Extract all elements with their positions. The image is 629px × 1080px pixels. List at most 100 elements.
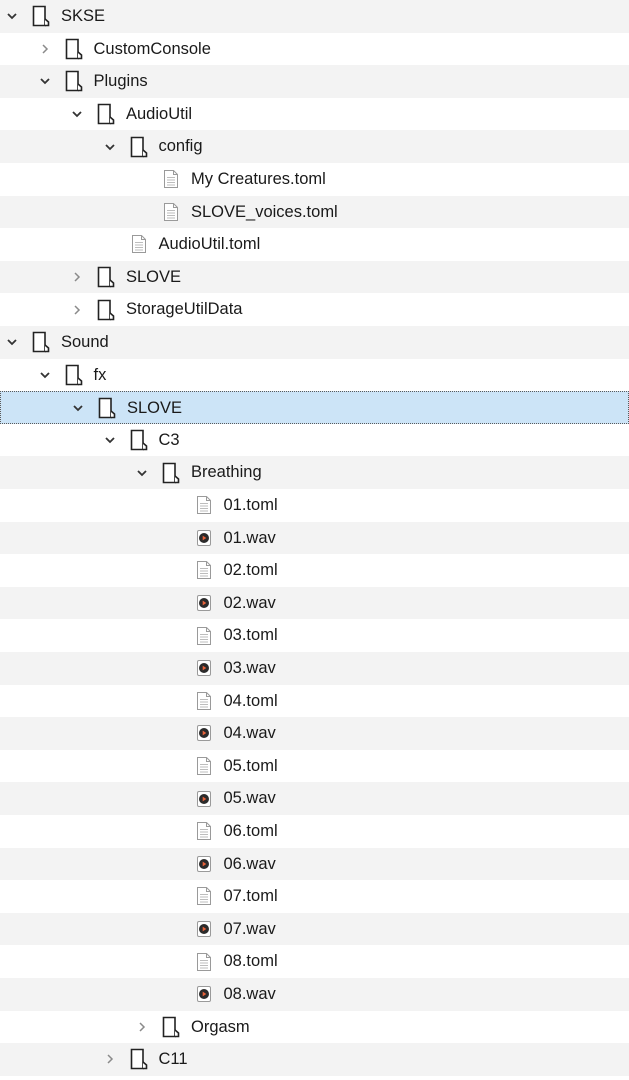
audio-file-icon [193, 717, 215, 750]
tree-file-row[interactable]: 03.wav [0, 652, 629, 685]
tree-item-label: 06.wav [223, 854, 276, 873]
tree-file-row[interactable]: SLOVE_voices.toml [0, 195, 629, 229]
chevron-down-icon[interactable] [69, 98, 85, 131]
tree-item-label: config [158, 137, 203, 156]
tree-file-row[interactable]: 08.wav [0, 978, 629, 1011]
chevron-right-icon[interactable] [69, 261, 85, 294]
text-file-icon [193, 554, 215, 587]
audio-file-icon [193, 587, 215, 620]
tree-item-label: Breathing [191, 463, 262, 482]
tree-file-row[interactable]: 02.toml [0, 554, 629, 587]
tree-item-label: AudioUtil [126, 104, 193, 123]
folder-icon [160, 456, 182, 489]
tree-folder-row[interactable]: CustomConsole [0, 33, 629, 66]
tree-folder-row[interactable]: StorageUtilData [0, 293, 629, 326]
tree-item-label: SKSE [61, 7, 106, 25]
tree-item-label: 08.toml [223, 952, 278, 971]
folder-icon [128, 424, 150, 457]
text-file-icon [193, 489, 215, 522]
chevron-right-icon[interactable] [37, 33, 53, 66]
tree-file-row[interactable]: 01.toml [0, 489, 629, 522]
tree-file-row[interactable]: 04.wav [0, 717, 629, 750]
tree-file-row[interactable]: 06.wav [0, 847, 629, 881]
audio-file-icon [193, 782, 215, 815]
tree-folder-row[interactable]: Breathing [0, 456, 629, 489]
tree-item-label: 03.toml [223, 626, 278, 645]
folder-icon [128, 1043, 150, 1076]
file-tree: SKSE CustomConsole Plugins AudioUtil config M… [0, 0, 629, 1080]
tree-item-label: 06.toml [223, 822, 278, 840]
tree-folder-row[interactable]: fx [0, 359, 629, 392]
tree-item-label: 02.wav [223, 593, 276, 612]
chevron-down-icon[interactable] [4, 326, 20, 359]
chevron-down-icon[interactable] [37, 65, 53, 98]
tree-item-label: 05.wav [223, 789, 276, 808]
tree-item-label: Plugins [93, 72, 148, 91]
tree-item-label: SLOVE_voices.toml [191, 202, 338, 221]
folder-icon [160, 1011, 182, 1044]
chevron-down-icon[interactable] [37, 359, 53, 392]
tree-file-row[interactable]: AudioUtil.toml [0, 228, 629, 261]
chevron-down-icon[interactable] [102, 130, 118, 163]
tree-item-label: 01.toml [223, 496, 278, 514]
folder-icon [96, 392, 118, 425]
tree-item-label: 07.toml [223, 887, 278, 906]
text-file-icon [193, 685, 215, 718]
tree-file-row[interactable]: 01.wav [0, 521, 629, 555]
tree-item-label: My Creatures.toml [191, 170, 326, 188]
text-file-icon [193, 815, 215, 848]
tree-folder-row[interactable]: Plugins [0, 65, 629, 98]
tree-file-row[interactable]: 07.wav [0, 912, 629, 946]
tree-file-row[interactable]: 08.toml [0, 945, 629, 978]
tree-item-label: SLOVE [126, 267, 182, 286]
tree-item-label: 01.wav [223, 528, 276, 547]
tree-folder-row[interactable]: AudioUtil [0, 98, 629, 131]
chevron-down-icon[interactable] [70, 392, 86, 425]
tree-file-row[interactable]: 06.toml [0, 815, 629, 848]
tree-folder-row[interactable]: SLOVE [0, 260, 629, 294]
tree-folder-row[interactable]: config [0, 130, 629, 163]
tree-folder-row[interactable]: C3 [0, 424, 629, 457]
folder-icon [63, 65, 85, 98]
tree-item-label: StorageUtilData [126, 300, 243, 319]
chevron-down-icon[interactable] [102, 424, 118, 457]
tree-item-label: 08.wav [223, 985, 276, 1003]
audio-file-icon [193, 522, 215, 555]
tree-item-label: 03.wav [223, 659, 276, 677]
chevron-right-icon[interactable] [134, 1011, 150, 1044]
text-file-icon [160, 163, 182, 196]
tree-file-row[interactable]: 03.toml [0, 619, 629, 652]
tree-file-row[interactable]: 05.wav [0, 782, 629, 815]
tree-item-label: 07.wav [223, 919, 276, 938]
tree-file-row[interactable]: 02.wav [0, 586, 629, 620]
chevron-down-icon[interactable] [134, 456, 150, 489]
tree-item-label: fx [93, 365, 107, 384]
tree-file-row[interactable]: 04.toml [0, 685, 629, 718]
folder-icon [95, 98, 117, 131]
tree-folder-row[interactable]: Sound [0, 326, 629, 359]
text-file-icon [193, 945, 215, 978]
tree-folder-row[interactable]: C11 [0, 1043, 629, 1076]
text-file-icon [193, 619, 215, 652]
tree-item-label: 04.toml [223, 691, 278, 710]
tree-item-label: CustomConsole [93, 39, 211, 58]
text-file-icon [193, 880, 215, 913]
tree-item-label: 04.wav [223, 724, 276, 743]
tree-folder-row[interactable]: SKSE [0, 0, 629, 33]
tree-folder-row[interactable]: SLOVE [0, 391, 629, 424]
chevron-right-icon[interactable] [102, 1043, 118, 1076]
tree-item-label: Orgasm [191, 1017, 250, 1036]
tree-file-row[interactable]: 05.toml [0, 750, 629, 783]
tree-file-row[interactable]: 07.toml [0, 880, 629, 913]
chevron-down-icon[interactable] [4, 0, 20, 33]
chevron-right-icon[interactable] [69, 293, 85, 326]
folder-icon [128, 130, 150, 163]
text-file-icon [160, 196, 182, 229]
audio-file-icon [193, 652, 215, 685]
text-file-icon [128, 228, 150, 261]
audio-file-icon [193, 913, 215, 946]
tree-file-row[interactable]: My Creatures.toml [0, 163, 629, 196]
tree-folder-row[interactable]: Orgasm [0, 1011, 629, 1044]
tree-item-label: SLOVE [127, 399, 183, 418]
tree-item-label: C11 [158, 1050, 188, 1069]
